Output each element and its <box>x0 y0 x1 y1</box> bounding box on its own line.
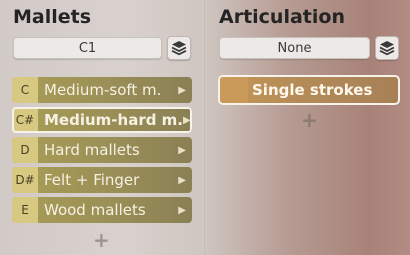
articulation-title: Articulation <box>219 6 345 28</box>
mallet-item-c[interactable]: C Medium-soft m. ▶ <box>12 77 192 103</box>
mallets-layers-button[interactable] <box>167 36 191 60</box>
mallet-label: Wood mallets <box>44 201 146 219</box>
mallets-list: C Medium-soft m. ▶ C# Medium-hard m. ▶ D… <box>12 77 192 227</box>
chevron-right-icon[interactable]: ▶ <box>178 85 192 96</box>
mallet-label: Medium-hard m. <box>44 111 183 129</box>
articulation-layers-button[interactable] <box>375 36 399 60</box>
articulation-panel: Articulation None Single strokes + <box>205 0 410 255</box>
chevron-right-icon[interactable]: ▶ <box>178 205 192 216</box>
chevron-right-icon[interactable]: ▶ <box>178 145 192 156</box>
key-label: D# <box>12 167 38 193</box>
articulation-item-single-strokes[interactable]: Single strokes <box>218 75 400 105</box>
articulation-selector-value: None <box>277 40 312 56</box>
mallet-label: Felt + Finger <box>44 171 140 189</box>
mallet-item-e[interactable]: E Wood mallets ▶ <box>12 197 192 223</box>
mallet-item-d[interactable]: D Hard mallets ▶ <box>12 137 192 163</box>
add-mallet-button[interactable]: + <box>93 228 110 252</box>
key-label: C <box>12 77 38 103</box>
add-articulation-button[interactable]: + <box>301 108 318 132</box>
chevron-right-icon[interactable]: ▶ <box>183 115 192 126</box>
articulation-label: Single strokes <box>252 81 373 99</box>
mallets-title: Mallets <box>13 6 92 28</box>
layers-icon <box>379 41 395 56</box>
layers-icon <box>171 41 187 56</box>
mallet-label: Medium-soft m. <box>44 81 162 99</box>
mallet-label: Hard mallets <box>44 141 140 159</box>
key-label: E <box>12 197 38 223</box>
mallet-item-dsharp[interactable]: D# Felt + Finger ▶ <box>12 167 192 193</box>
mallet-item-csharp[interactable]: C# Medium-hard m. ▶ <box>12 107 192 133</box>
articulation-selector[interactable]: None <box>219 37 370 59</box>
chevron-right-icon[interactable]: ▶ <box>178 175 192 186</box>
articulation-color-swatch <box>220 77 248 103</box>
key-label: D <box>12 137 38 163</box>
key-label: C# <box>12 107 38 133</box>
mallets-selector[interactable]: C1 <box>13 37 162 59</box>
mallets-selector-value: C1 <box>78 40 97 56</box>
mallets-panel: Mallets C1 C Medium-soft m. ▶ C# Medium-… <box>0 0 204 255</box>
articulation-list: Single strokes <box>218 75 400 105</box>
